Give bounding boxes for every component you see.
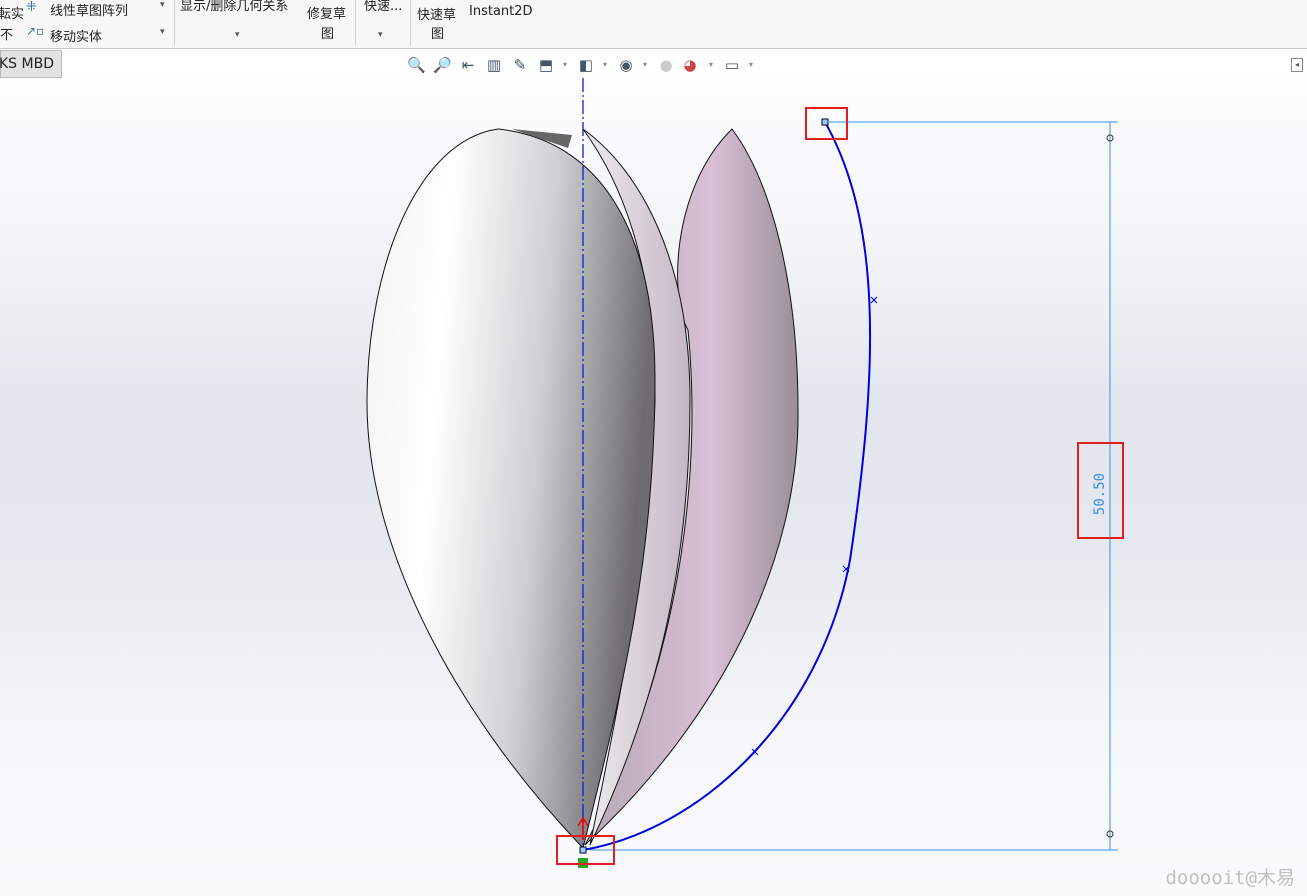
watermark: dooooit@木易 [1165, 867, 1295, 889]
expand-panel-icon[interactable]: ◂ [1291, 58, 1303, 72]
display-style-icon[interactable]: ◧ [577, 56, 595, 74]
heads-up-view-toolbar: 🔍 🔎 ⇤ ▥ ✎ ⬒ ▾ ◧ ▾ ◉ ▾ ● ◕ ▾ ▭ ▾ [407, 56, 754, 74]
rapid-sketch-button[interactable]: 快速草 [417, 4, 456, 23]
linear-sketch-pattern-button[interactable]: 线性草图阵列 [50, 0, 128, 19]
display-delete-relations-button[interactable]: 显示/删除几何关系 [180, 0, 288, 14]
section-view-icon[interactable]: ▥ [485, 56, 503, 74]
move-entities-icon: ↗▫ [26, 24, 45, 38]
tab-mbd[interactable]: KS MBD [0, 50, 62, 78]
chevron-down-icon[interactable]: ▾ [160, 27, 165, 37]
view-orientation-icon[interactable]: ⬒ [537, 56, 555, 74]
zoom-to-area-icon[interactable]: 🔎 [433, 56, 452, 74]
zoom-to-fit-icon[interactable]: 🔍 [407, 56, 426, 74]
repair-sketch-button[interactable]: 修复草 [307, 3, 346, 22]
dynamic-annotation-icon[interactable]: ✎ [511, 56, 529, 74]
linear-pattern-icon: ⁜ [26, 0, 37, 15]
chevron-down-icon[interactable]: ▾ [160, 0, 165, 10]
rapid-sketch-label: 图 [431, 27, 445, 42]
previous-view-icon[interactable]: ⇤ [459, 56, 477, 74]
repair-sketch-label: 图 [321, 27, 335, 42]
chevron-down-icon[interactable]: ▾ [235, 30, 240, 40]
dimension-value[interactable]: 50.50 [1092, 473, 1108, 515]
chevron-down-icon[interactable]: ▾ [378, 30, 383, 40]
partial-command-label[interactable]: 不 [0, 24, 13, 43]
command-manager-ribbon: 転实 不 ⁜ 线性草图阵列 ▾ ↗▫ 移动实体 ▾ 显示/删除几何关系 ▾ 修复… [0, 0, 1307, 49]
partial-command-label[interactable]: 転实 [0, 3, 24, 22]
model-view: 50.50 [366, 78, 1124, 868]
instant2d-button[interactable]: Instant2D [469, 4, 533, 19]
graphics-area[interactable]: 50.50 [0, 49, 1307, 896]
move-entities-button[interactable]: 移动实体 [50, 26, 102, 45]
edit-appearance-icon[interactable]: ● [657, 56, 675, 74]
apply-scene-icon[interactable]: ◕ [681, 56, 699, 74]
quick-snaps-button[interactable]: 快速... [364, 0, 402, 14]
view-settings-icon[interactable]: ▭ [723, 56, 741, 74]
hide-show-icon[interactable]: ◉ [617, 56, 635, 74]
